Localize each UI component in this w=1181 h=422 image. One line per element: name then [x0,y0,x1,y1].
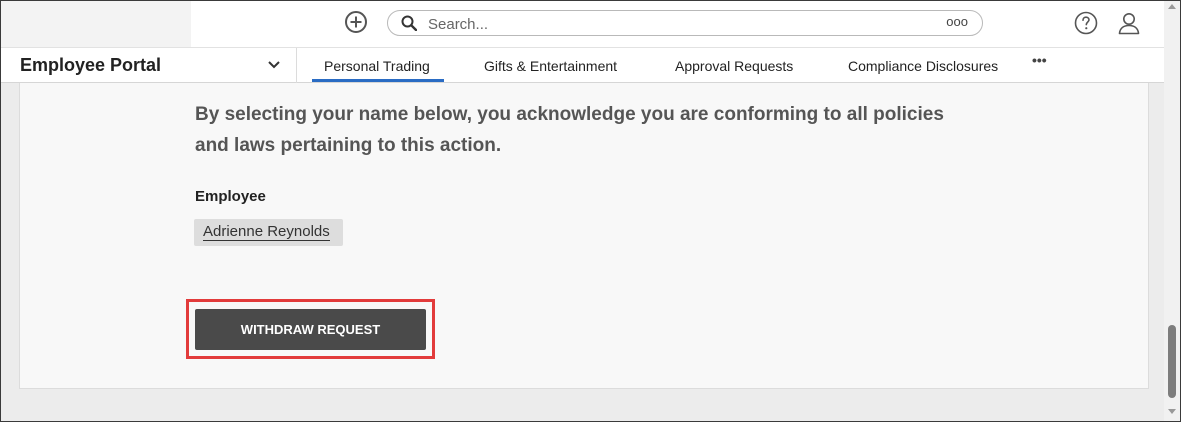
portal-selector[interactable]: Employee Portal [1,48,297,83]
scrollbar[interactable] [1164,1,1180,421]
search-options-icon[interactable]: ooo [946,14,968,29]
tab-personal-trading[interactable]: Personal Trading [324,58,430,74]
scrollbar-thumb[interactable] [1168,325,1176,398]
tab-gifts-entertainment[interactable]: Gifts & Entertainment [484,58,617,74]
tab-compliance-disclosures[interactable]: Compliance Disclosures [848,58,998,74]
employee-chip[interactable]: Adrienne Reynolds [194,219,343,246]
employee-label: Employee [195,188,266,205]
top-bar: ooo [1,1,1164,47]
help-icon[interactable] [1074,11,1098,35]
top-bar-left-area [1,1,191,47]
add-button[interactable] [345,11,367,33]
tab-approval-requests[interactable]: Approval Requests [675,58,793,74]
search-icon [401,15,417,31]
chevron-down-icon [268,61,280,69]
employee-name: Adrienne Reynolds [203,223,330,241]
app-window: ooo Employee Portal Personal Trading Gif… [0,0,1181,422]
navigation-bar: Employee Portal Personal Trading Gifts &… [1,47,1164,83]
search-input[interactable] [426,13,910,35]
scroll-down-arrow-icon[interactable] [1168,409,1176,414]
more-tabs-icon[interactable]: ••• [1032,52,1047,68]
search-bar[interactable]: ooo [387,10,983,36]
active-tab-indicator [312,79,444,82]
withdraw-request-button[interactable]: WITHDRAW REQUEST [195,309,426,350]
user-icon[interactable] [1117,11,1141,35]
scroll-up-arrow-icon[interactable] [1168,4,1176,9]
portal-title: Employee Portal [20,55,162,75]
acknowledgement-text: By selecting your name below, you acknow… [195,104,944,156]
